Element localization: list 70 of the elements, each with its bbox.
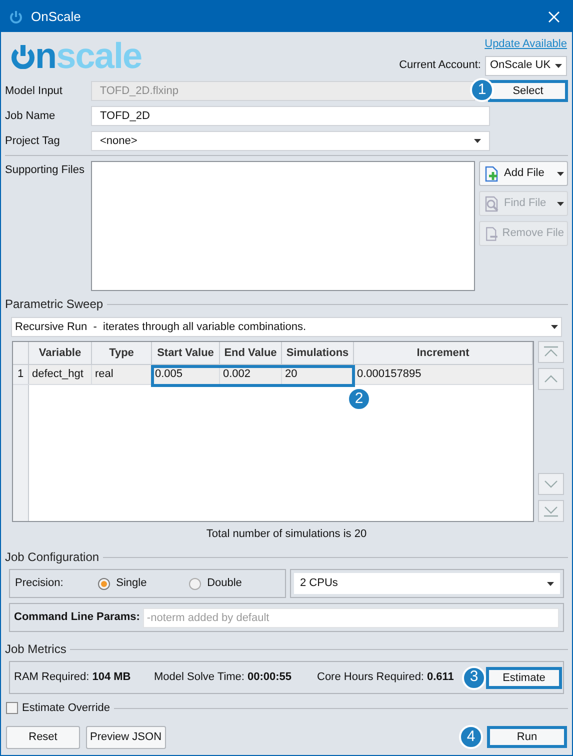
field-label: Job Name <box>5 108 56 124</box>
metric-value: 0.611 <box>427 670 454 686</box>
file-button[interactable]: Add File <box>479 161 568 186</box>
account-dropdown[interactable]: OnScale UK <box>485 56 567 76</box>
total-simulations-text: Total number of simulations is 20 <box>206 527 367 540</box>
precision-radio[interactable]: Double <box>189 575 280 592</box>
section-title: Job Configuration <box>5 549 100 566</box>
caret-icon <box>547 582 554 586</box>
field-label: Supporting Files <box>5 163 86 178</box>
column-header[interactable]: Type <box>92 342 152 364</box>
column-header[interactable]: Increment <box>354 342 533 364</box>
estimate-button[interactable]: Estimate <box>486 666 562 688</box>
column-header[interactable]: End Value <box>220 342 282 364</box>
move-button[interactable] <box>538 473 564 495</box>
caret-icon <box>551 325 558 329</box>
move-top-icon <box>543 346 559 358</box>
run-button[interactable]: Run <box>487 726 567 748</box>
move-button[interactable] <box>538 341 564 363</box>
chevron-up-icon <box>543 373 559 385</box>
power-icon <box>9 10 23 24</box>
move-button[interactable] <box>538 500 564 522</box>
row-number: 1 <box>13 365 29 384</box>
job-name-field[interactable]: TOFD_2D <box>91 106 490 126</box>
chevron-down-icon <box>543 478 559 490</box>
caret-icon <box>555 64 562 68</box>
column-header[interactable]: Variable <box>29 342 92 364</box>
footer-button[interactable]: Reset <box>6 726 80 748</box>
table-cell[interactable]: 0.005 <box>152 365 220 384</box>
metric-value: 00:00:55 <box>247 670 292 686</box>
close-icon <box>548 10 560 22</box>
table-cell[interactable]: 0.000157895 <box>354 365 533 384</box>
column-header[interactable]: Start Value <box>152 342 220 364</box>
estimate-override-checkbox[interactable]: Estimate Override <box>6 700 110 716</box>
table-cell[interactable]: real <box>92 365 152 384</box>
command-line-label: Command Line Params: <box>14 610 140 626</box>
step-badge: 4 <box>459 725 483 749</box>
section-title: Job Metrics <box>5 641 66 658</box>
sweep-mode-dropdown[interactable]: Recursive Run - iterates through all variable combinations. <box>11 317 562 337</box>
section-title: Parametric Sweep <box>5 296 104 313</box>
step-badge: 2 <box>347 387 371 411</box>
file-remove-icon <box>483 224 500 242</box>
file-list[interactable] <box>90 161 475 291</box>
move-bottom-icon <box>543 505 559 517</box>
table-cell[interactable]: defect_hgt <box>29 365 92 384</box>
cpu-dropdown[interactable]: 2 CPUs <box>294 573 560 594</box>
move-button[interactable] <box>538 368 564 390</box>
magnifier-icon <box>483 194 501 212</box>
table-cell[interactable]: 0.002 <box>220 365 282 384</box>
caret-icon <box>474 139 481 143</box>
precision-radio[interactable]: Single <box>98 575 190 592</box>
precision-label: Precision: <box>15 576 64 592</box>
column-header[interactable]: Simulations <box>282 342 354 364</box>
field-label: Model Input <box>5 84 64 99</box>
metric-label: Core Hours Required: <box>317 670 424 686</box>
logo-text: n <box>35 38 56 74</box>
power-icon <box>11 43 35 69</box>
account-label: Current Account: <box>399 58 481 74</box>
metric-label: RAM Required: <box>14 670 90 686</box>
caret-icon <box>557 202 564 206</box>
command-line-field[interactable]: -noterm added by default <box>142 608 559 628</box>
footer-button[interactable]: Preview JSON <box>86 726 166 748</box>
project-tag-dropdown[interactable]: <none> <box>91 131 490 151</box>
metric-value: 104 MB <box>92 670 131 686</box>
logo-text: scale <box>56 38 142 74</box>
caret-icon <box>557 172 564 176</box>
table-cell[interactable]: 20 <box>282 365 354 384</box>
metric-label: Model Solve Time: <box>154 670 244 686</box>
step-badge: 3 <box>462 666 486 690</box>
field-label: Project Tag <box>5 134 61 149</box>
window-title: OnScale <box>31 8 82 26</box>
